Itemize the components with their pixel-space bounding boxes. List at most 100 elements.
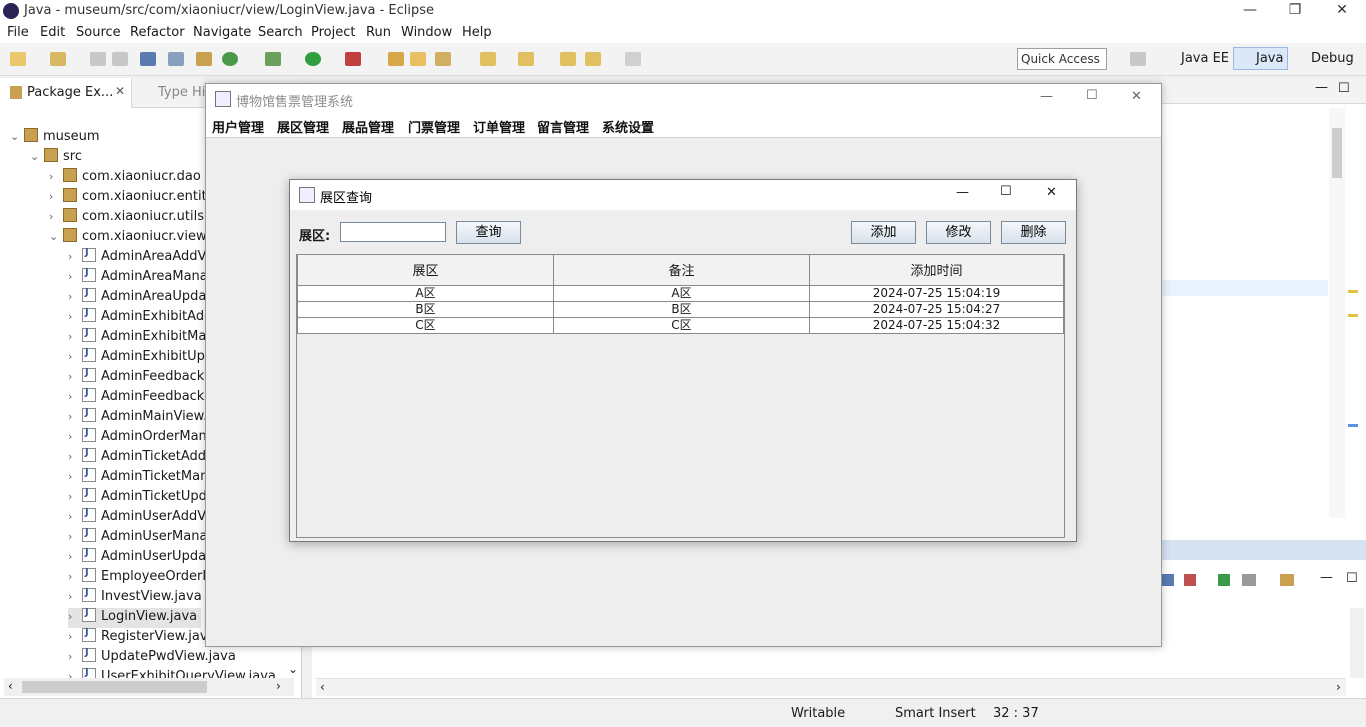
tree-file[interactable]: › RegisterView.java (68, 627, 216, 648)
minimize-view-icon[interactable]: — (1320, 570, 1333, 585)
tree-file[interactable]: › EmployeeOrderM (68, 567, 214, 588)
expand-icon[interactable]: › (68, 330, 82, 343)
close-icon[interactable]: ✕ (1332, 2, 1352, 18)
table-row[interactable]: A区 A区 2024-07-25 15:04:19 (297, 284, 1064, 302)
table-cell[interactable]: A区 (297, 284, 554, 302)
expand-icon[interactable]: › (68, 570, 82, 583)
perspective-debug[interactable]: Debug (1293, 51, 1354, 66)
scroll-right-icon[interactable]: › (276, 679, 281, 693)
tree-file[interactable]: › AdminAreaManag (68, 267, 216, 288)
tree-file[interactable]: › AdminTicketMana (68, 467, 216, 488)
table-cell[interactable]: C区 (553, 316, 810, 334)
scroll-down-icon[interactable]: ⌄ (288, 662, 298, 676)
open-folder-icon[interactable] (410, 52, 426, 66)
expand-icon[interactable]: › (68, 490, 82, 503)
menu-source[interactable]: Source (76, 25, 121, 40)
external-tools-icon[interactable] (345, 52, 361, 66)
open-perspective-icon[interactable] (1130, 52, 1146, 66)
tree-file[interactable]: › LoginView.java (68, 607, 202, 628)
menu-area-management[interactable]: 展区管理 (277, 117, 329, 136)
expand-icon[interactable]: › (68, 250, 82, 263)
column-header-add-time[interactable]: 添加时间 (809, 255, 1064, 286)
expand-icon[interactable]: › (68, 610, 82, 623)
expand-icon[interactable]: › (68, 270, 82, 283)
editor-vertical-scrollbar[interactable] (1329, 108, 1345, 518)
back-icon[interactable] (585, 52, 601, 66)
console-icon[interactable] (140, 52, 156, 66)
new-wizard-icon[interactable] (50, 52, 66, 66)
package-icon[interactable] (196, 52, 212, 66)
minimize-view-icon[interactable]: — (1315, 80, 1328, 95)
table-row[interactable]: C区 C区 2024-07-25 15:04:32 (297, 316, 1064, 334)
column-header-area[interactable]: 展区 (297, 255, 554, 286)
tree-file[interactable]: › AdminTicketAddV (68, 447, 215, 468)
save-icon[interactable] (90, 52, 106, 66)
expand-icon[interactable]: › (68, 350, 82, 363)
expand-icon[interactable]: › (68, 590, 82, 603)
area-search-input[interactable] (340, 222, 446, 242)
editor-horizontal-scrollbar[interactable]: ‹ › (316, 678, 1346, 696)
menu-exhibit-management[interactable]: 展品管理 (342, 117, 394, 136)
scroll-thumb[interactable] (22, 681, 207, 693)
minimize-icon[interactable]: — (956, 185, 969, 200)
new-icon[interactable] (10, 52, 26, 66)
maximize-view-icon[interactable]: ☐ (1338, 81, 1350, 96)
console-vertical-scrollbar[interactable] (1350, 608, 1364, 678)
tree-file[interactable]: › AdminTicketUpda (68, 487, 215, 508)
table-cell[interactable]: A区 (553, 284, 810, 302)
tree-file[interactable]: › AdminFeedbackM (68, 367, 216, 388)
scroll-thumb[interactable] (1332, 128, 1342, 178)
expand-icon[interactable]: › (68, 650, 82, 663)
tree-file[interactable]: › AdminAreaAddVi (68, 247, 210, 268)
tree-file[interactable]: › AdminExhibitUpd (68, 347, 213, 368)
minimize-icon[interactable]: — (1240, 2, 1260, 18)
menu-edit[interactable]: Edit (40, 25, 65, 40)
menu-ticket-management[interactable]: 门票管理 (408, 117, 460, 136)
expand-icon[interactable]: › (68, 450, 82, 463)
menu-project[interactable]: Project (311, 25, 355, 40)
tree-file[interactable]: › AdminExhibitAdd (68, 307, 212, 328)
minimize-icon[interactable]: — (1040, 89, 1053, 104)
expand-icon[interactable]: › (68, 290, 82, 303)
tree-file[interactable]: › AdminAreaUpdat (68, 287, 211, 308)
table-cell[interactable]: C区 (297, 316, 554, 334)
expand-icon[interactable]: › (68, 630, 82, 643)
menu-system-settings[interactable]: 系统设置 (602, 117, 654, 136)
table-cell[interactable]: 2024-07-25 15:04:19 (809, 284, 1064, 302)
menu-window[interactable]: Window (401, 25, 452, 40)
menu-file[interactable]: File (7, 25, 29, 40)
maximize-view-icon[interactable]: ☐ (1346, 571, 1358, 586)
open-console-icon[interactable] (1280, 574, 1294, 586)
expand-icon[interactable]: › (68, 370, 82, 383)
tree-file[interactable]: › AdminMainView.j (68, 407, 211, 428)
expand-icon[interactable]: › (68, 430, 82, 443)
table-cell[interactable]: B区 (297, 300, 554, 318)
restore-icon[interactable]: ❐ (1285, 2, 1305, 18)
maximize-icon[interactable]: ☐ (1000, 184, 1012, 199)
menu-order-management[interactable]: 订单管理 (473, 117, 525, 136)
column-header-remark[interactable]: 备注 (553, 255, 810, 286)
expand-icon[interactable]: › (68, 550, 82, 563)
menu-help[interactable]: Help (462, 25, 492, 40)
close-icon[interactable]: ✕ (1046, 185, 1057, 200)
expand-icon[interactable]: › (68, 670, 82, 678)
tree-file[interactable]: › AdminUserAddVi (68, 507, 209, 528)
close-icon[interactable]: ✕ (1131, 89, 1142, 104)
pencil-icon[interactable] (435, 52, 451, 66)
menu-run[interactable]: Run (366, 25, 391, 40)
menu-navigate[interactable]: Navigate (193, 25, 251, 40)
skip-breakpoints-icon[interactable] (168, 52, 184, 66)
menu-search[interactable]: Search (258, 25, 303, 40)
menu-feedback-management[interactable]: 留言管理 (537, 117, 589, 136)
pin-console-icon[interactable] (1218, 574, 1230, 586)
table-cell[interactable]: B区 (553, 300, 810, 318)
tree-file[interactable]: › AdminExhibitMan (68, 327, 215, 348)
quick-access-input[interactable]: Quick Access (1017, 48, 1107, 70)
edit-button[interactable]: 修改 (926, 221, 991, 244)
expand-icon[interactable]: › (68, 390, 82, 403)
debug-icon[interactable] (265, 52, 281, 66)
maximize-icon[interactable]: ☐ (1086, 88, 1098, 103)
expand-icon[interactable]: › (68, 410, 82, 423)
tree-file[interactable]: › AdminUserUpdat (68, 547, 211, 568)
expand-icon[interactable]: › (68, 510, 82, 523)
